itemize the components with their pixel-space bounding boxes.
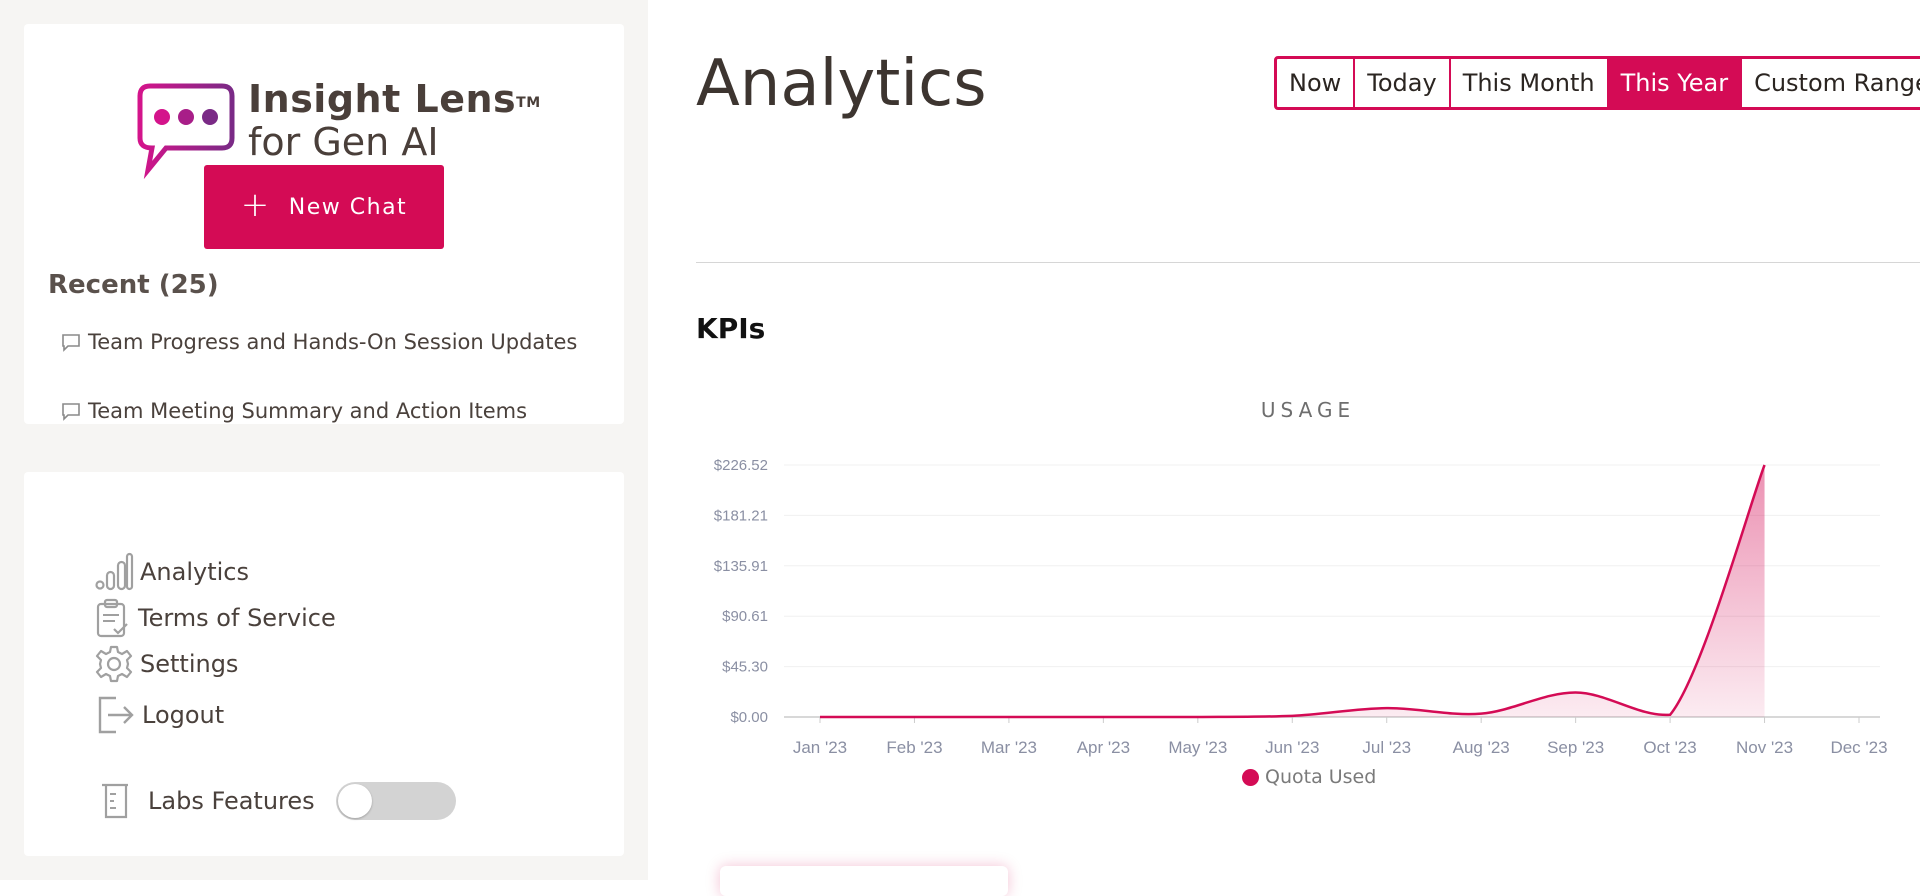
x-tick-label: Jan '23 [793,738,847,757]
x-tick-label: Mar '23 [981,738,1037,757]
main-content: Analytics Now Today This Month This Year… [648,0,1920,880]
clipboard-check-icon [94,598,132,638]
plus-icon: + [241,188,271,222]
nav-terms-of-service[interactable]: Terms of Service [94,598,336,638]
y-tick-label: $181.21 [714,507,768,524]
nav-analytics[interactable]: Analytics [94,552,249,592]
range-this-month-button[interactable]: This Month [1451,59,1609,107]
logo-wordmark: Insight LensTM for Gen AI [248,78,541,164]
toggle-knob [338,784,372,818]
range-this-year-button[interactable]: This Year [1609,59,1742,107]
x-tick-label: Dec '23 [1830,738,1887,757]
y-tick-label: $135.91 [714,558,768,575]
x-tick-label: Sep '23 [1547,738,1604,757]
beaker-icon [98,782,134,820]
recent-chat-item[interactable]: Team Meeting Summary and Action Items [60,399,527,423]
logo-line2: for Gen AI [248,120,541,164]
nav-settings-label: Settings [140,650,238,678]
series-line-quota-used[interactable] [820,465,1765,717]
y-tick-label: $226.52 [714,457,768,474]
sidebar-top-card: Insight LensTM for Gen AI + New Chat Rec… [24,24,624,424]
range-custom-button[interactable]: Custom Range [1742,59,1920,107]
kpis-heading: KPIs [696,312,765,345]
series-area-quota-used [820,465,1765,717]
range-now-button[interactable]: Now [1277,59,1355,107]
x-tick-label: May '23 [1168,738,1227,757]
logo-line1: Insight Lens [248,77,516,121]
range-today-button[interactable]: Today [1355,59,1450,107]
x-tick-label: Feb '23 [886,738,942,757]
nav-settings[interactable]: Settings [94,644,238,684]
y-tick-label: $45.30 [722,659,768,676]
nav-logout[interactable]: Logout [94,694,224,736]
labs-features-toggle[interactable] [336,782,456,820]
chat-icon [60,331,82,353]
x-tick-label: Apr '23 [1077,738,1130,757]
legend-label: Quota Used [1265,766,1376,788]
app-logo: Insight LensTM for Gen AI [136,56,566,180]
x-tick-label: Oct '23 [1643,738,1696,757]
new-chat-label: New Chat [289,195,407,220]
chat-icon [60,400,82,422]
nav-analytics-label: Analytics [140,558,249,586]
section-divider [696,262,1920,263]
chart-title: USAGE [648,398,1768,422]
recent-title: Recent (25) [48,270,219,300]
chart-legend-item[interactable]: Quota Used [1242,766,1376,788]
labs-features: Labs Features [98,782,315,820]
x-tick-label: Jun '23 [1265,738,1319,757]
recent-chat-label: Team Meeting Summary and Action Items [88,399,527,423]
labs-features-label: Labs Features [148,787,315,815]
sidebar-nav-card: Analytics Terms of Service Settings [24,472,624,856]
sidebar: Insight LensTM for Gen AI + New Chat Rec… [0,0,648,880]
usage-chart: $0.00 $45.30 $90.61 $135.91 $181.21 $226.52 Ja… [696,440,1920,760]
nav-logout-label: Logout [142,701,224,729]
recent-chat-label: Team Progress and Hands-On Session Updat… [88,330,577,354]
recent-chat-item[interactable]: Team Progress and Hands-On Session Updat… [60,330,577,354]
nav-terms-label: Terms of Service [138,604,336,632]
legend-marker [1242,769,1259,786]
x-tick-label: Aug '23 [1453,738,1510,757]
y-tick-label: $0.00 [730,709,768,726]
bar-chart-icon [94,552,134,592]
gear-icon [94,644,134,684]
new-chat-button[interactable]: + New Chat [204,165,444,249]
y-tick-label: $90.61 [722,608,768,625]
x-tick-label: Jul '23 [1362,738,1411,757]
page-title: Analytics [696,48,987,120]
time-range-selector: Now Today This Month This Year Custom Ra… [1274,56,1920,110]
logo-trademark: TM [516,95,540,111]
x-tick-label: Nov '23 [1736,738,1793,757]
logout-icon [94,694,136,736]
kpi-card-partial [720,866,1008,896]
